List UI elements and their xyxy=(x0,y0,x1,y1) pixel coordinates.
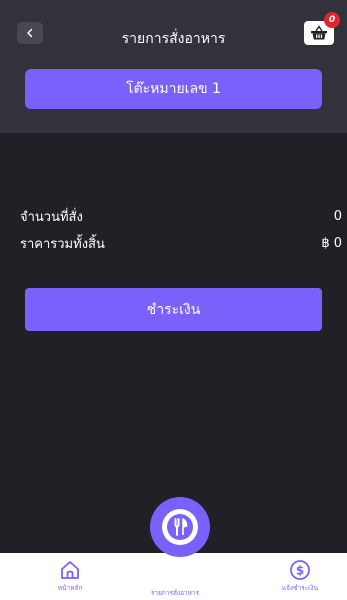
nav-home[interactable]: หน้าหลัก xyxy=(45,559,95,593)
cart-badge: 0 xyxy=(324,12,340,28)
utensils-icon xyxy=(167,514,193,540)
basket-icon xyxy=(311,25,327,40)
dollar-circle-icon: $ xyxy=(290,560,310,580)
total-value: ฿ 0 xyxy=(321,236,342,251)
home-icon xyxy=(61,561,79,579)
nav-payment-label: แจ้งชำระเงิน xyxy=(281,584,319,592)
quantity-value: 0 xyxy=(333,209,342,224)
svg-text:$: $ xyxy=(296,564,304,578)
total-label: ราคารวมทั้งสิ้น xyxy=(20,237,105,252)
header-bar: รายการสั่งอาหาร 0 โต๊ะหมายเลข 1 xyxy=(0,0,347,133)
table-number-button[interactable]: โต๊ะหมายเลข 1 xyxy=(25,69,322,109)
fab-icon-holder xyxy=(162,509,198,545)
nav-home-label: หน้าหลัก xyxy=(57,584,83,592)
nav-payment[interactable]: $ แจ้งชำระเงิน xyxy=(265,559,335,593)
page-title: รายการสั่งอาหาร xyxy=(121,31,226,47)
total-row: ราคารวมทั้งสิ้น ฿ 0 xyxy=(20,233,342,254)
nav-orders-label[interactable]: รายการสั่งอาหาร xyxy=(140,588,210,598)
quantity-label: จำนวนที่สั่ง xyxy=(20,210,83,225)
pay-button[interactable]: ชำระเงิน xyxy=(25,288,322,331)
quantity-row: จำนวนที่สั่ง 0 xyxy=(20,206,342,227)
orders-fab-button[interactable] xyxy=(150,497,210,557)
